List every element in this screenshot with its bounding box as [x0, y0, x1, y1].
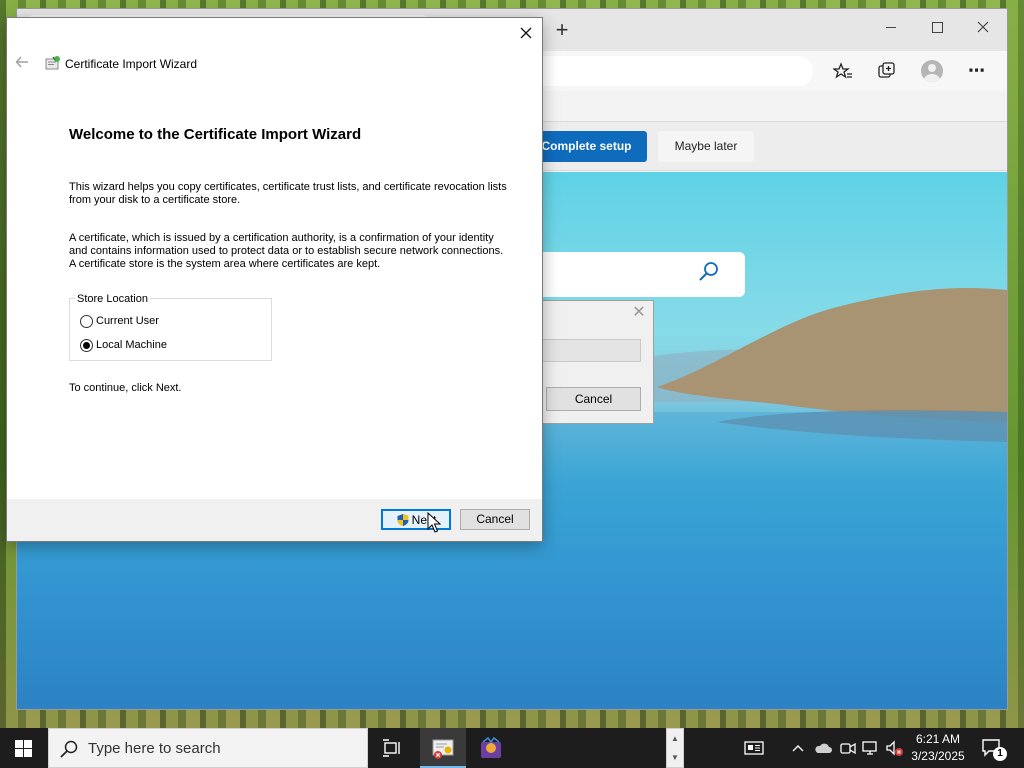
radio-button[interactable]: [80, 314, 93, 328]
new-tab-button[interactable]: +: [552, 19, 572, 41]
news-icon[interactable]: [744, 738, 764, 758]
clock-time: 6:21 AM: [915, 732, 961, 746]
onedrive-icon[interactable]: [813, 738, 833, 758]
maximize-button[interactable]: [927, 17, 947, 37]
mouse-cursor-icon: [427, 512, 441, 533]
wizard-footer: Next Cancel: [7, 499, 542, 541]
chevron-up-icon[interactable]: [788, 738, 808, 758]
favorites-icon[interactable]: [831, 59, 855, 83]
chevron-up-icon[interactable]: ▲: [667, 729, 683, 748]
minimize-button[interactable]: [881, 17, 901, 37]
continue-instruction: To continue, click Next.: [69, 382, 182, 394]
certificate-icon: [432, 739, 454, 759]
store-location-legend: Store Location: [75, 293, 150, 305]
meet-now-icon[interactable]: [838, 738, 858, 758]
close-wizard-button[interactable]: [516, 24, 536, 44]
dialog-field[interactable]: [541, 339, 641, 362]
close-browser-button[interactable]: [973, 17, 993, 37]
radio-local-machine[interactable]: Local Machine: [80, 337, 167, 353]
background-dialog: ✕ Cancel: [536, 300, 654, 424]
maybe-later-button[interactable]: Maybe later: [658, 131, 754, 162]
network-icon[interactable]: [861, 738, 881, 758]
page-title: Welcome to the Certificate Import Wizard: [69, 126, 362, 143]
system-clock[interactable]: 6:21 AM 3/23/2025: [902, 731, 974, 765]
taskbar-search-box[interactable]: Type here to search: [48, 728, 368, 768]
search-icon: [60, 740, 78, 758]
collections-icon[interactable]: [875, 59, 899, 83]
cancel-button[interactable]: Cancel: [546, 387, 641, 411]
chevron-down-icon[interactable]: ▼: [667, 748, 683, 767]
certificate-import-wizard: Certificate Import Wizard Welcome to the…: [7, 18, 542, 541]
more-icon[interactable]: ⋯: [965, 59, 989, 83]
profile-icon[interactable]: [920, 59, 944, 83]
notification-badge: 1: [993, 747, 1007, 761]
radio-current-user[interactable]: Current User: [80, 313, 159, 329]
start-button[interactable]: [0, 728, 48, 768]
certificate-icon: [45, 56, 60, 70]
app-icon: [481, 736, 501, 758]
avatar: [921, 60, 943, 82]
complete-setup-button[interactable]: Complete setup: [526, 131, 647, 162]
close-icon: [977, 21, 989, 33]
taskbar-app-certificate-wizard[interactable]: [420, 728, 466, 768]
wizard-title: Certificate Import Wizard: [65, 57, 198, 71]
cancel-button[interactable]: Cancel: [460, 509, 530, 530]
wizard-description: This wizard helps you copy certificates,…: [69, 181, 507, 206]
radio-button[interactable]: [80, 338, 93, 352]
close-icon[interactable]: ✕: [631, 305, 647, 321]
notification-center-icon[interactable]: 1: [980, 736, 1007, 761]
back-arrow-icon[interactable]: [13, 53, 31, 71]
radio-label: Current User: [96, 315, 159, 327]
taskbar-app[interactable]: [468, 728, 514, 768]
clock-date: 3/23/2025: [911, 749, 965, 763]
task-view-icon[interactable]: [380, 736, 404, 760]
windows-logo-icon: [15, 740, 32, 757]
shield-icon: [397, 513, 409, 526]
close-icon: [520, 27, 532, 39]
search-icon[interactable]: [697, 260, 721, 284]
taskbar-scroll[interactable]: ▲ ▼: [666, 728, 684, 768]
radio-label: Local Machine: [96, 339, 167, 351]
taskbar: Type here to search ▲ ▼ 6:21 AM 3/23/202…: [0, 728, 1024, 768]
certificate-explanation: A certificate, which is issued by a cert…: [69, 232, 504, 270]
search-placeholder: Type here to search: [88, 740, 221, 757]
